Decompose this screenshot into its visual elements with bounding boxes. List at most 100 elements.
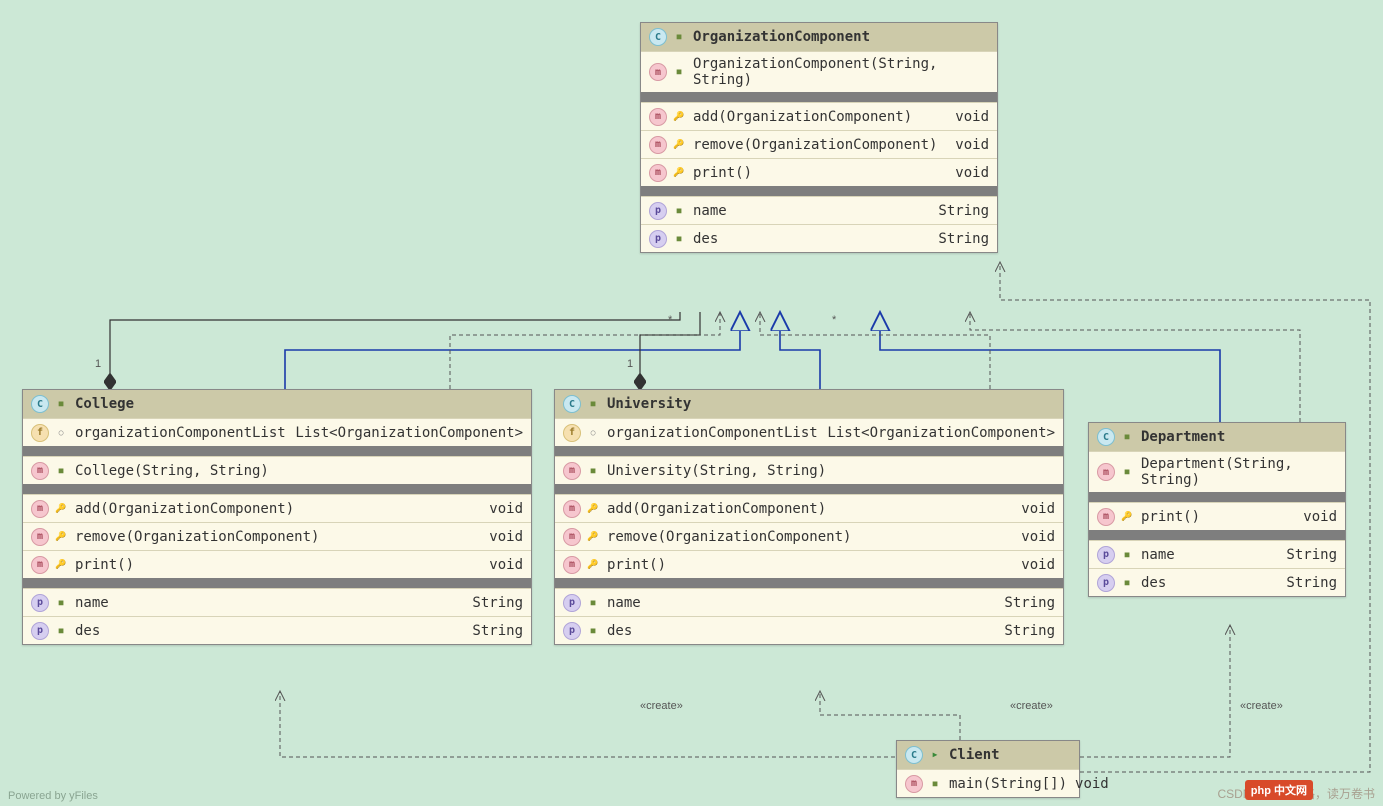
method-sig: print() [1141,509,1295,525]
separator [1089,492,1345,502]
class-title: OrganizationComponent [693,29,989,45]
visibility-icon [929,778,941,790]
property-row: p name String [23,588,531,616]
property-icon: p [1097,574,1115,592]
separator [555,484,1063,494]
constructor-row: m University(String, String) [555,456,1063,484]
visibility-icon [55,625,67,637]
separator [641,92,997,102]
method-row: m print() void [23,550,531,578]
visibility-icon [587,398,599,410]
property-row: p name String [1089,540,1345,568]
label-many-2: * [832,314,836,326]
property-row: p des String [23,616,531,644]
method-ret: void [947,165,989,181]
separator [1089,530,1345,540]
method-icon: m [563,528,581,546]
method-sig: remove(OrganizationComponent) [693,137,947,153]
protected-icon [587,559,599,571]
method-sig: print() [607,557,1013,573]
prop-name: des [607,623,996,639]
visibility-icon [673,205,685,217]
constructor-sig: OrganizationComponent(String, String) [693,56,989,88]
property-icon: p [31,622,49,640]
method-row: m print() void [555,550,1063,578]
class-organization-component: C OrganizationComponent m OrganizationCo… [640,22,998,253]
method-ret: void [481,557,523,573]
prop-type: String [996,623,1055,639]
class-title: University [607,396,1055,412]
method-ret: void [1013,557,1055,573]
label-many: * [668,314,672,326]
class-header: C OrganizationComponent [641,23,997,51]
method-icon: m [31,556,49,574]
constructor-sig: Department(String, String) [1141,456,1337,488]
separator [555,446,1063,456]
visibility-icon [1121,577,1133,589]
field-name: organizationComponentList [75,425,287,441]
footer-powered-by: Powered by yFiles [8,790,98,802]
method-sig: print() [75,557,481,573]
class-header: C Department [1089,423,1345,451]
protected-icon [673,167,685,179]
property-icon: p [1097,546,1115,564]
class-college: C College f organizationComponentList Li… [22,389,532,645]
prop-type: String [1278,547,1337,563]
visibility-icon [1121,431,1133,443]
visibility-icon [55,465,67,477]
class-department: C Department m Department(String, String… [1088,422,1346,597]
property-icon: p [563,622,581,640]
class-university: C University f organizationComponentList… [554,389,1064,645]
class-icon: C [31,395,49,413]
property-icon: p [649,202,667,220]
prop-name: des [693,231,930,247]
constructor-row: m College(String, String) [23,456,531,484]
separator [555,578,1063,588]
method-icon: m [31,528,49,546]
method-icon: m [649,63,667,81]
property-row: p des String [1089,568,1345,596]
method-icon: m [1097,463,1115,481]
method-row: m print() void [641,158,997,186]
method-sig: add(OrganizationComponent) [607,501,1013,517]
class-header: C Client [897,741,1079,769]
method-row: m print() void [1089,502,1345,530]
visibility-icon [587,427,599,439]
method-sig: add(OrganizationComponent) [75,501,481,517]
protected-icon [673,139,685,151]
method-row: m remove(OrganizationComponent) void [555,522,1063,550]
label-create-3: «create» [1240,700,1283,712]
method-icon: m [649,164,667,182]
class-header: C University [555,390,1063,418]
field-row: f organizationComponentList List<Organiz… [23,418,531,446]
prop-name: name [693,203,930,219]
visibility-icon [673,233,685,245]
constructor-row: m OrganizationComponent(String, String) [641,51,997,92]
visibility-icon [55,427,67,439]
property-row: p name String [641,196,997,224]
class-client: C Client m main(String[]) void [896,740,1080,798]
method-ret: void [1067,776,1109,792]
method-icon: m [649,108,667,126]
method-icon: m [31,500,49,518]
method-row: m add(OrganizationComponent) void [555,494,1063,522]
class-icon: C [1097,428,1115,446]
prop-type: String [1278,575,1337,591]
protected-icon [673,111,685,123]
constructor-sig: College(String, String) [75,463,523,479]
label-one-2: 1 [627,358,633,370]
field-type: List<OrganizationComponent> [819,425,1055,441]
class-title: Client [949,747,1071,763]
visibility-icon [587,597,599,609]
method-ret: void [481,501,523,517]
property-icon: p [649,230,667,248]
class-title: Department [1141,429,1337,445]
method-ret: void [947,109,989,125]
property-row: p des String [641,224,997,252]
prop-name: name [607,595,996,611]
prop-name: name [1141,547,1278,563]
separator [23,484,531,494]
prop-type: String [930,231,989,247]
method-ret: void [1013,529,1055,545]
separator [23,446,531,456]
